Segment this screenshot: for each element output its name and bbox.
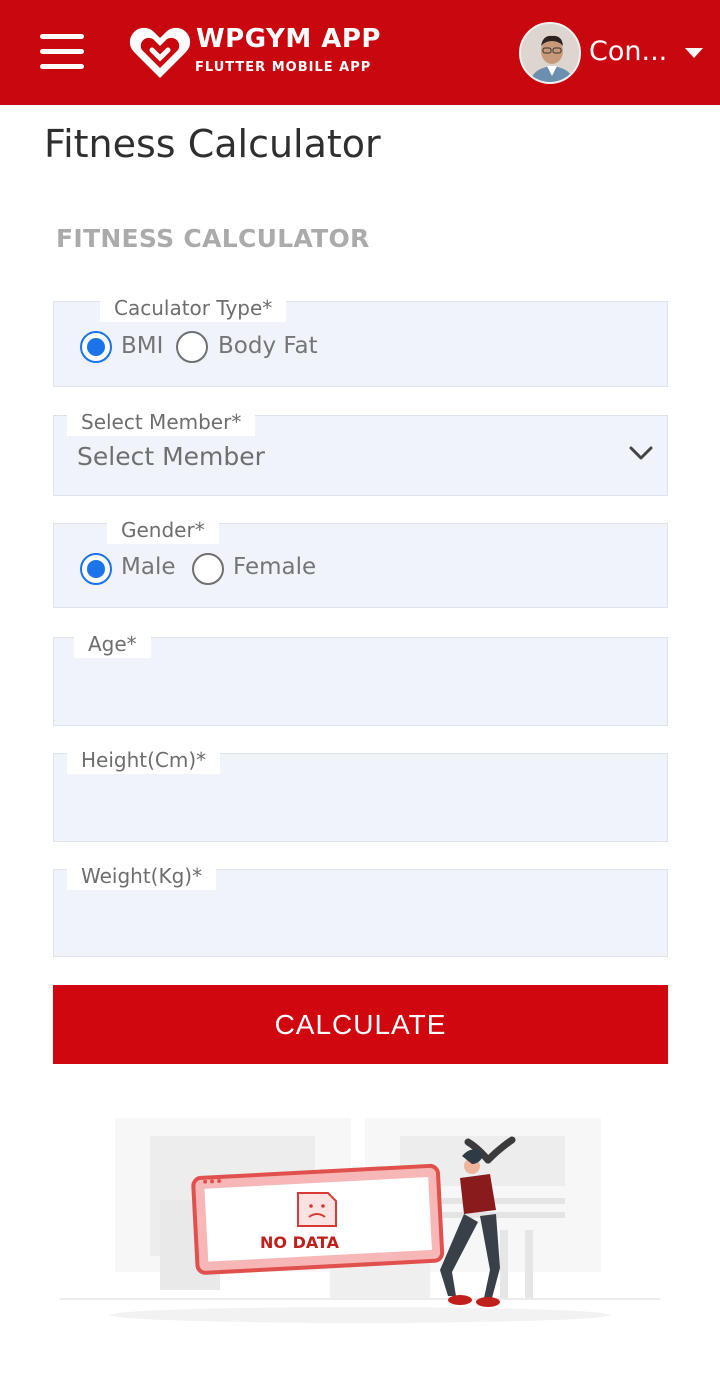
page-title: Fitness Calculator [44,122,381,166]
radio-body-fat[interactable] [176,331,208,363]
gender-legend: Gender* [107,516,219,544]
radio-female-label[interactable]: Female [233,554,316,580]
radio-male[interactable] [80,553,112,585]
no-data-text: NO DATA [260,1233,340,1252]
calculator-type-legend: Caculator Type* [100,294,287,322]
avatar[interactable] [519,22,581,84]
height-field[interactable]: Height(Cm)* [53,746,668,842]
radio-body-fat-label[interactable]: Body Fat [218,333,318,359]
brand-title: WPGYM APP [196,24,381,54]
user-photo [521,24,579,82]
weight-field[interactable]: Weight(Kg)* [53,862,668,957]
chevron-down-icon[interactable] [628,444,654,462]
radio-female[interactable] [192,553,224,585]
radio-male-label[interactable]: Male [121,554,175,580]
height-legend: Height(Cm)* [67,746,221,774]
hamburger-menu-icon[interactable] [40,34,84,70]
sad-document-icon [297,1192,337,1227]
radio-bmi-label[interactable]: BMI [121,333,163,359]
select-member-legend: Select Member* [67,408,256,436]
calculator-type-group: Caculator Type* BMI Body Fat [53,294,668,387]
section-title: FITNESS CALCULATOR [56,224,370,253]
select-member-value[interactable]: Select Member [77,442,265,471]
heart-logo-icon [129,27,191,78]
brand-subtitle: FLUTTER MOBILE APP [195,60,372,75]
gender-group: Gender* Male Female [53,516,668,608]
caret-down-icon[interactable] [685,48,703,58]
age-field[interactable]: Age* [53,630,668,726]
radio-bmi[interactable] [80,331,112,363]
app-header: WPGYM APP FLUTTER MOBILE APP Con... [0,0,720,105]
weight-legend: Weight(Kg)* [67,862,217,890]
user-name[interactable]: Con... [589,36,667,67]
no-data-illustration: NO DATA [60,1118,660,1323]
calculate-button[interactable]: CALCULATE [53,985,668,1064]
age-legend: Age* [74,630,151,658]
select-member-dropdown[interactable]: Select Member* Select Member [53,408,668,496]
